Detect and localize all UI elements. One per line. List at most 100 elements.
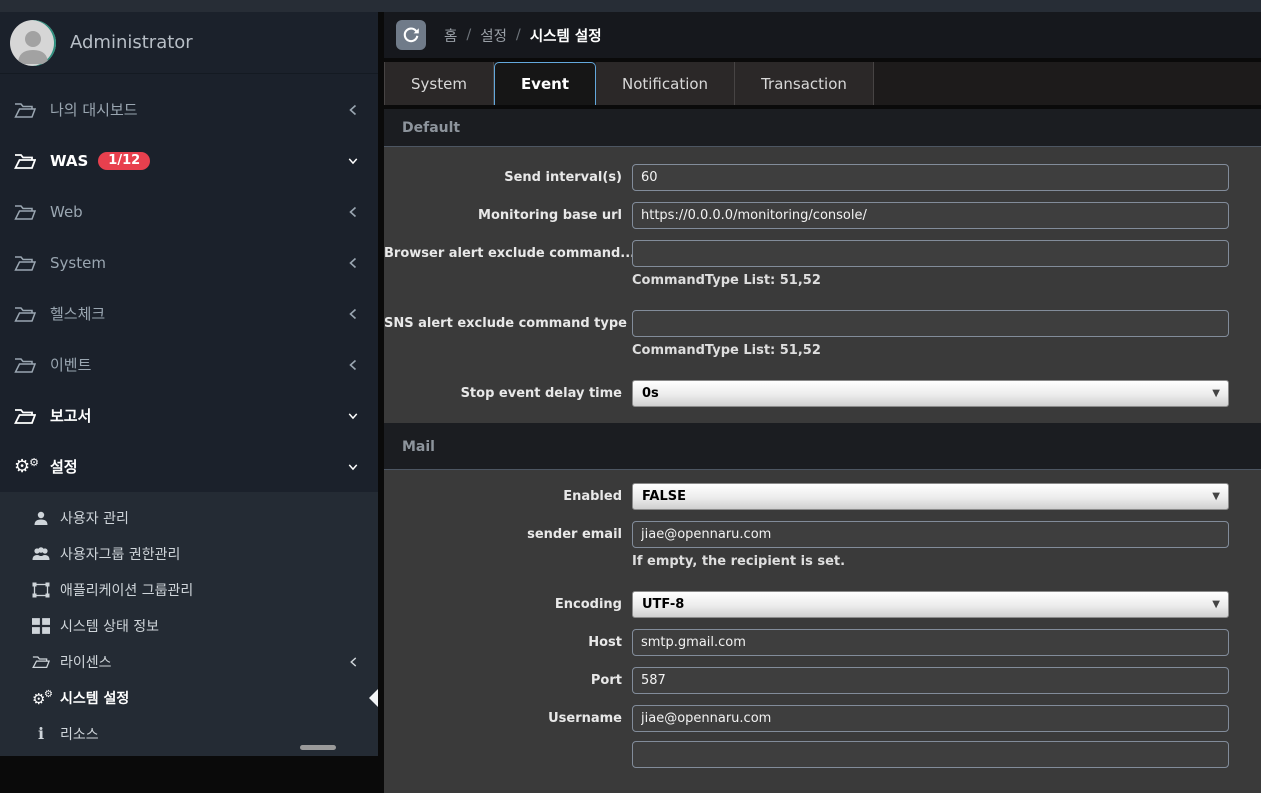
gears-icon: ⚙⚙ xyxy=(14,458,36,476)
field-label: SNS alert exclude command type xyxy=(384,310,632,337)
folder-icon xyxy=(14,305,36,323)
field-label: Stop event delay time xyxy=(384,380,632,407)
settings-form: Default Send interval(s) Monitoring base… xyxy=(384,109,1261,793)
send-interval-input[interactable] xyxy=(632,164,1229,191)
field-encoding: Encoding UTF-8 ▼ xyxy=(384,591,1261,618)
field-port: Port xyxy=(384,667,1261,694)
sidebar-item-system-status[interactable]: 시스템 상태 정보 xyxy=(0,608,378,644)
sidebar-item-my-dashboard[interactable]: 나의 대시보드 xyxy=(0,84,378,135)
section-panel-default: Send interval(s) Monitoring base url Bro… xyxy=(384,146,1261,423)
sub-item-label: 시스템 상태 정보 xyxy=(60,616,159,636)
tab-system[interactable]: System xyxy=(384,62,494,105)
breadcrumb-separator: / xyxy=(516,27,521,43)
breadcrumb: 홈 / 설정 / 시스템 설정 xyxy=(444,25,602,46)
section-title-default: Default xyxy=(384,109,1261,146)
field-next-cutoff xyxy=(384,741,1261,768)
breadcrumb-settings[interactable]: 설정 xyxy=(480,25,507,46)
select-value: FALSE xyxy=(642,489,686,504)
field-browser-alert-exclude: Browser alert exclude command... xyxy=(384,240,1261,267)
select-arrow-icon: ▼ xyxy=(1212,592,1220,617)
refresh-icon xyxy=(402,26,420,44)
stop-event-delay-select[interactable]: 0s ▼ xyxy=(632,380,1229,407)
field-sns-alert-exclude: SNS alert exclude command type xyxy=(384,310,1261,337)
field-label: Browser alert exclude command... xyxy=(384,240,632,267)
monitoring-base-url-input[interactable] xyxy=(632,202,1229,229)
chevron-left-icon xyxy=(348,104,358,116)
sidebar-item-web[interactable]: Web xyxy=(0,186,378,237)
sidebar-item-healthcheck[interactable]: 헬스체크 xyxy=(0,288,378,339)
sidebar-item-label: 이벤트 xyxy=(50,354,91,375)
sidebar-item-label: WAS xyxy=(50,152,88,170)
tab-notification[interactable]: Notification xyxy=(596,62,735,105)
field-username: Username xyxy=(384,705,1261,732)
tab-transaction[interactable]: Transaction xyxy=(735,62,874,105)
help-sender-email: If empty, the recipient is set. xyxy=(632,554,1261,569)
refresh-button[interactable] xyxy=(396,20,426,50)
sub-item-label: 사용자 관리 xyxy=(60,508,129,528)
sidebar-item-usergroup-permissions[interactable]: 사용자그룹 권한관리 xyxy=(0,536,378,572)
breadcrumb-home[interactable]: 홈 xyxy=(444,25,457,46)
sidebar: Administrator 나의 대시보드 WAS 1/12 Web Syste… xyxy=(0,12,378,750)
avatar xyxy=(10,20,56,66)
field-label: Monitoring base url xyxy=(384,202,632,229)
sidebar-item-was[interactable]: WAS 1/12 xyxy=(0,135,378,186)
host-input[interactable] xyxy=(632,629,1229,656)
chevron-left-icon xyxy=(349,657,358,668)
object-group-icon xyxy=(32,582,50,598)
sidebar-item-system-settings[interactable]: ⚙⚙ 시스템 설정 xyxy=(0,680,378,716)
port-input[interactable] xyxy=(632,667,1229,694)
folder-icon xyxy=(14,152,36,170)
tab-event[interactable]: Event xyxy=(494,62,596,105)
sidebar-item-label: 보고서 xyxy=(50,405,91,426)
field-label xyxy=(384,741,632,768)
sidebar-item-event[interactable]: 이벤트 xyxy=(0,339,378,390)
username-input[interactable] xyxy=(632,705,1229,732)
chevron-left-icon xyxy=(348,206,358,218)
field-stop-event-delay: Stop event delay time 0s ▼ xyxy=(384,380,1261,407)
user-name: Administrator xyxy=(70,32,193,53)
field-host: Host xyxy=(384,629,1261,656)
sidebar-item-label: 나의 대시보드 xyxy=(50,99,138,120)
gears-icon: ⚙⚙ xyxy=(32,690,50,706)
chevron-left-icon xyxy=(348,257,358,269)
field-send-interval: Send interval(s) xyxy=(384,164,1261,191)
grid-icon xyxy=(32,618,50,634)
field-label: Encoding xyxy=(384,591,632,618)
scrollbar-thumb[interactable] xyxy=(300,745,336,750)
field-mail-enabled: Enabled FALSE ▼ xyxy=(384,483,1261,510)
select-value: UTF-8 xyxy=(642,597,684,612)
breadcrumb-current: 시스템 설정 xyxy=(530,25,602,46)
mail-enabled-select[interactable]: FALSE ▼ xyxy=(632,483,1229,510)
sidebar-item-user-management[interactable]: 사용자 관리 xyxy=(0,500,378,536)
select-value: 0s xyxy=(642,386,659,401)
breadcrumb-separator: / xyxy=(466,27,471,43)
sidebar-item-system[interactable]: System xyxy=(0,237,378,288)
chevron-down-icon xyxy=(348,410,358,422)
info-icon: i xyxy=(32,726,50,742)
user-panel: Administrator xyxy=(0,12,378,74)
sidebar-item-license[interactable]: 라이센스 xyxy=(0,644,378,680)
folder-icon xyxy=(14,407,36,425)
chevron-down-icon xyxy=(348,155,358,167)
folder-icon xyxy=(32,654,50,670)
field-label: Port xyxy=(384,667,632,694)
tabbar: System Event Notification Transaction xyxy=(384,62,1261,105)
sidebar-item-application-group[interactable]: 애플리케이션 그룹관리 xyxy=(0,572,378,608)
users-icon xyxy=(32,546,50,562)
sender-email-input[interactable] xyxy=(632,521,1229,548)
sidebar-item-settings[interactable]: ⚙⚙ 설정 xyxy=(0,441,378,492)
sns-alert-exclude-input[interactable] xyxy=(632,310,1229,337)
field-monitoring-base-url: Monitoring base url xyxy=(384,202,1261,229)
encoding-select[interactable]: UTF-8 ▼ xyxy=(632,591,1229,618)
sidebar-item-label: 헬스체크 xyxy=(50,303,105,324)
breadcrumb-bar: 홈 / 설정 / 시스템 설정 xyxy=(384,12,1261,58)
browser-alert-exclude-input[interactable] xyxy=(632,240,1229,267)
sidebar-item-report[interactable]: 보고서 xyxy=(0,390,378,441)
sub-item-label: 애플리케이션 그룹관리 xyxy=(60,580,193,600)
sidebar-item-label: System xyxy=(50,254,106,272)
sub-item-label: 리소스 xyxy=(60,724,99,744)
next-input[interactable] xyxy=(632,741,1229,768)
field-label: Username xyxy=(384,705,632,732)
help-commandtype-list: CommandType List: 51,52 xyxy=(632,343,1261,358)
active-item-arrow-icon xyxy=(369,689,378,707)
